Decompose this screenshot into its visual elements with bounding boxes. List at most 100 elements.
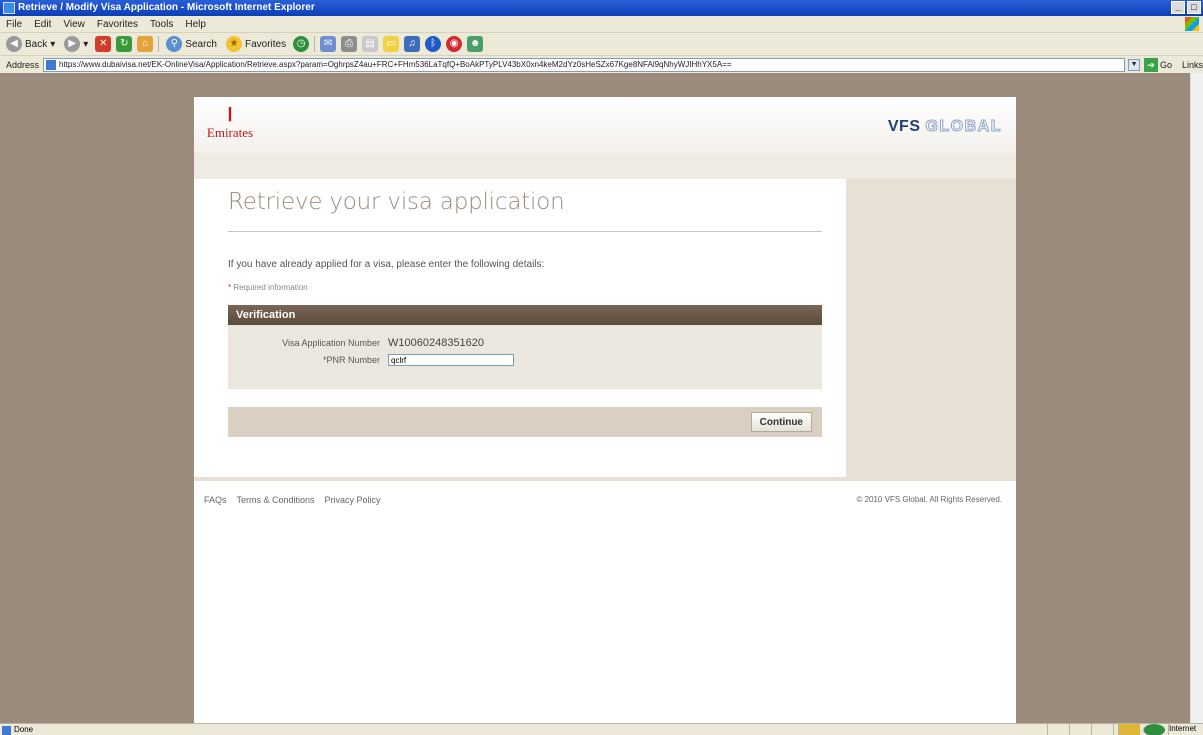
- menu-view[interactable]: View: [63, 19, 85, 30]
- menu-file[interactable]: File: [6, 19, 22, 30]
- forward-button[interactable]: ▶ ▾: [62, 35, 90, 53]
- bluetooth-icon[interactable]: ᛒ: [425, 36, 442, 52]
- main-content: Retrieve your visa application If you ha…: [194, 179, 846, 477]
- address-dropdown-icon[interactable]: ▼: [1128, 58, 1140, 71]
- internet-globe-icon: [1143, 723, 1165, 735]
- favorites-button[interactable]: ★ Favorites: [224, 35, 288, 53]
- banner-strip: [194, 153, 1016, 179]
- status-text: Done: [0, 725, 33, 735]
- vfs-global-logo[interactable]: VFS GLOBAL: [888, 118, 1002, 136]
- toolbar-separator: [314, 36, 316, 52]
- research-icon[interactable]: ◉: [446, 36, 463, 52]
- back-button[interactable]: ◀ Back ▾: [4, 35, 57, 53]
- page-icon: [46, 59, 57, 70]
- global-wordmark: GLOBAL: [925, 118, 1002, 136]
- maximize-button[interactable]: □: [1187, 1, 1201, 14]
- windows-logo-icon: [1185, 17, 1199, 31]
- footer-divider: [194, 477, 1016, 481]
- go-arrow-icon: ➔: [1143, 57, 1158, 72]
- application-number-value: W10060248351620: [388, 337, 485, 349]
- required-note: * Required information: [228, 283, 308, 292]
- back-arrow-icon: ◀: [6, 36, 22, 52]
- verification-section-body: Visa Application Number W10060248351620 …: [228, 325, 822, 389]
- emirates-calligraphy-icon: ﺍ: [227, 105, 233, 125]
- minimize-button[interactable]: _: [1171, 1, 1185, 14]
- stop-icon[interactable]: ✕: [95, 36, 112, 52]
- refresh-icon[interactable]: ↻: [116, 36, 133, 52]
- menu-favorites[interactable]: Favorites: [97, 19, 138, 30]
- back-label: Back: [25, 38, 48, 50]
- search-label: Search: [185, 38, 217, 50]
- window-title: Retrieve / Modify Visa Application - Mic…: [18, 2, 315, 13]
- vfs-wordmark: VFS: [887, 118, 921, 135]
- search-icon: ⚲: [166, 36, 183, 52]
- right-background-band: [1016, 97, 1190, 723]
- address-url: https://www.dubaivisa.net/EK-OnlineVisa/…: [59, 60, 732, 69]
- lock-icon[interactable]: [1118, 723, 1140, 735]
- status-panes: Internet: [1047, 723, 1203, 735]
- required-star: *: [228, 283, 232, 292]
- go-label: Go: [1159, 59, 1172, 70]
- emirates-wordmark: Emirates: [206, 125, 254, 140]
- page-title: Retrieve your visa application: [228, 189, 565, 215]
- emirates-logo[interactable]: ﺍ Emirates: [200, 105, 260, 149]
- continue-button[interactable]: Continue: [750, 412, 812, 432]
- home-icon[interactable]: ⌂: [137, 36, 154, 52]
- pnr-number-label: *PNR Number: [322, 355, 380, 365]
- notes-icon[interactable]: ▭: [383, 36, 400, 52]
- left-background-band: [0, 97, 194, 723]
- footer-link-terms[interactable]: Terms & Conditions: [237, 495, 315, 505]
- page-top-band: [0, 73, 1190, 97]
- mail-icon[interactable]: ✉: [320, 36, 337, 52]
- security-zone: Internet: [1113, 723, 1203, 735]
- address-input[interactable]: https://www.dubaivisa.net/EK-OnlineVisa/…: [43, 57, 1126, 72]
- print-icon[interactable]: ⎙: [341, 36, 358, 52]
- status-bar: Done Internet: [0, 723, 1203, 735]
- form-actions-bar: Continue: [228, 407, 822, 437]
- footer-copyright: © 2010 VFS Global. All Rights Reserved.: [856, 495, 1002, 504]
- application-number-row: Visa Application Number W10060248351620: [228, 337, 484, 349]
- favorites-star-icon: ★: [225, 36, 242, 52]
- status-pane: [1069, 723, 1091, 735]
- footer-link-faqs[interactable]: FAQs: [204, 495, 227, 505]
- application-number-label: Visa Application Number: [282, 338, 380, 348]
- back-dropdown-icon[interactable]: ▾: [50, 39, 55, 50]
- ie-app-icon: [3, 2, 15, 14]
- status-pane: [1091, 723, 1113, 735]
- contacts-icon[interactable]: ☻: [467, 36, 484, 52]
- browser-toolbar: ◀ Back ▾ ▶ ▾ ✕ ↻ ⌂ ⚲ Search ★ Favorites …: [0, 33, 1203, 55]
- intro-text: If you have already applied for a visa, …: [228, 259, 545, 270]
- menu-tools[interactable]: Tools: [150, 19, 173, 30]
- site-banner: ﺍ Emirates VFS GLOBAL: [194, 97, 1016, 153]
- menu-help[interactable]: Help: [185, 19, 206, 30]
- links-button[interactable]: Links: [1182, 60, 1203, 70]
- messenger-icon[interactable]: ♫: [404, 36, 421, 52]
- vertical-scrollbar[interactable]: [1190, 73, 1203, 723]
- required-text: Required information: [233, 283, 308, 292]
- forward-arrow-icon: ▶: [64, 36, 81, 52]
- menu-edit[interactable]: Edit: [34, 19, 51, 30]
- forward-dropdown-icon[interactable]: ▾: [83, 39, 88, 50]
- go-button[interactable]: ➔ Go: [1143, 57, 1172, 72]
- edit-icon[interactable]: ▤: [362, 36, 379, 52]
- footer-link-privacy[interactable]: Privacy Policy: [325, 495, 381, 505]
- address-bar: Address https://www.dubaivisa.net/EK-Onl…: [0, 55, 1203, 73]
- address-label: Address: [6, 59, 40, 70]
- page-container: ﺍ Emirates VFS GLOBAL Retrieve your visa…: [194, 97, 1016, 723]
- favorites-label: Favorites: [244, 38, 287, 50]
- toolbar-separator: [158, 36, 160, 52]
- window-titlebar: Retrieve / Modify Visa Application - Mic…: [0, 0, 1203, 16]
- search-button[interactable]: ⚲ Search: [164, 35, 219, 53]
- history-icon[interactable]: ◷: [293, 36, 310, 52]
- pnr-number-input[interactable]: [388, 354, 514, 366]
- verification-section-header: Verification: [228, 305, 822, 325]
- footer-links: FAQs Terms & Conditions Privacy Policy: [204, 495, 381, 505]
- pnr-number-row: *PNR Number: [228, 354, 514, 366]
- status-pane: [1047, 723, 1069, 735]
- right-sidebar-panel: [846, 179, 1016, 477]
- browser-viewport: ﺍ Emirates VFS GLOBAL Retrieve your visa…: [0, 73, 1203, 723]
- zone-label: Internet: [1168, 723, 1196, 735]
- window-controls: _ □: [1171, 1, 1201, 14]
- title-divider: [228, 231, 822, 232]
- menu-bar: File Edit View Favorites Tools Help: [0, 16, 1203, 33]
